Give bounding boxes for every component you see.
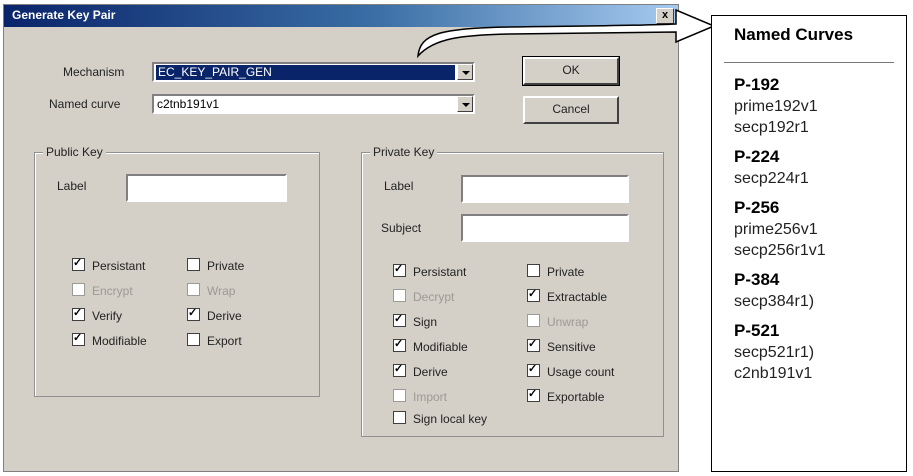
private-import-checkbox[interactable]: Import [393, 389, 447, 404]
private-exportable-checkbox[interactable]: Exportable [527, 387, 604, 404]
curve-alias: prime256v1 [734, 221, 818, 238]
mechanism-label: Mechanism [63, 65, 125, 79]
private-private-checkbox[interactable]: Private [527, 264, 584, 279]
curve-alias: secp384r1) [734, 293, 815, 310]
public-key-group: Public Key Label Persistant Encrypt Veri… [34, 145, 320, 397]
curve-group: P-256 prime256v1 secp256r1v1 [734, 197, 826, 261]
checkbox-box[interactable] [393, 411, 406, 424]
curve-group: P-192 prime192v1 secp192r1 [734, 74, 826, 138]
curve-alias: secp224r1 [734, 170, 809, 187]
checkbox-box[interactable] [393, 312, 406, 327]
private-key-title: Private Key [370, 145, 438, 159]
subject-label: Subject [381, 221, 422, 235]
curve-alias: c2nb191v1 [734, 365, 813, 382]
checkbox-box[interactable] [187, 258, 200, 271]
private-usage-count-checkbox[interactable]: Usage count [527, 362, 614, 379]
private-key-group: Private Key Label Subject Persistant Dec… [361, 145, 664, 437]
checkbox-box[interactable] [393, 289, 406, 302]
curve-alias: secp192r1 [734, 119, 809, 136]
mechanism-value: EC_KEY_PAIR_GEN [156, 65, 455, 80]
checkbox-box[interactable] [393, 389, 406, 402]
arrow-shape [417, 8, 716, 59]
private-sensitive-checkbox[interactable]: Sensitive [527, 337, 596, 354]
private-decrypt-checkbox[interactable]: Decrypt [393, 289, 454, 304]
checkbox-box[interactable] [72, 306, 85, 321]
checkbox-box[interactable] [187, 306, 200, 321]
public-verify-checkbox[interactable]: Verify [72, 306, 122, 323]
private-label-input[interactable] [461, 175, 629, 203]
public-export-checkbox[interactable]: Export [187, 333, 242, 348]
curve-name: P-192 [734, 75, 780, 94]
checkbox-box[interactable] [527, 362, 540, 377]
private-unwrap-checkbox[interactable]: Unwrap [527, 314, 588, 329]
checkbox-box[interactable] [527, 387, 540, 402]
subject-input[interactable] [461, 214, 629, 242]
checkbox-box[interactable] [187, 333, 200, 346]
checkbox-box[interactable] [527, 314, 540, 327]
curve-name: P-224 [734, 147, 780, 166]
curve-name: P-256 [734, 198, 780, 217]
ok-button[interactable]: OK [522, 56, 620, 86]
curve-group: P-224 secp224r1 [734, 146, 826, 189]
curve-alias: secp256r1v1 [734, 242, 826, 259]
public-wrap-checkbox[interactable]: Wrap [187, 283, 235, 298]
generate-key-pair-dialog: Generate Key Pair x Mechanism EC_KEY_PAI… [3, 4, 679, 472]
public-encrypt-checkbox[interactable]: Encrypt [72, 283, 133, 298]
checkbox-box[interactable] [527, 264, 540, 277]
private-derive-checkbox[interactable]: Derive [393, 362, 448, 379]
named-curve-value: c2tnb191v1 [157, 97, 220, 111]
chevron-down-icon[interactable] [457, 96, 473, 112]
checkbox-box[interactable] [527, 287, 540, 302]
checkbox-box[interactable] [393, 362, 406, 377]
public-persistant-checkbox[interactable]: Persistant [72, 256, 145, 273]
public-label-input[interactable] [126, 174, 287, 202]
checkbox-box[interactable] [72, 256, 85, 271]
mechanism-select[interactable]: EC_KEY_PAIR_GEN [152, 62, 475, 82]
public-derive-checkbox[interactable]: Derive [187, 306, 242, 323]
curve-name: P-384 [734, 270, 780, 289]
private-label-label: Label [384, 179, 414, 193]
named-curve-label: Named curve [49, 97, 121, 111]
curve-group: P-521 secp521r1) c2nb191v1 [734, 320, 826, 384]
chevron-down-icon[interactable] [457, 64, 473, 80]
checkbox-box[interactable] [393, 337, 406, 352]
public-modifiable-checkbox[interactable]: Modifiable [72, 331, 147, 348]
checkbox-box[interactable] [72, 331, 85, 346]
curve-alias: prime192v1 [734, 98, 818, 115]
checkbox-box[interactable] [527, 337, 540, 352]
sign-local-key-checkbox[interactable]: Sign local key [393, 411, 487, 426]
named-curves-title: Named Curves [734, 25, 854, 44]
private-persistant-checkbox[interactable]: Persistant [393, 262, 466, 279]
cancel-button[interactable]: Cancel [523, 96, 619, 124]
private-modifiable-checkbox[interactable]: Modifiable [393, 337, 468, 354]
checkbox-box[interactable] [72, 283, 85, 296]
checkbox-box[interactable] [393, 262, 406, 277]
private-extractable-checkbox[interactable]: Extractable [527, 287, 607, 304]
callout-arrow [417, 8, 716, 59]
named-curves-panel: Named Curves P-192 prime192v1 secp192r1 … [711, 15, 907, 472]
dialog-title: Generate Key Pair [12, 8, 116, 22]
named-curve-select[interactable]: c2tnb191v1 [152, 94, 475, 114]
curve-alias: secp521r1) [734, 344, 815, 361]
public-label-label: Label [57, 179, 87, 193]
curve-list: P-192 prime192v1 secp192r1 P-224 secp224… [734, 74, 826, 392]
checkbox-box[interactable] [187, 283, 200, 296]
public-private-checkbox[interactable]: Private [187, 258, 244, 273]
curve-name: P-521 [734, 321, 780, 340]
public-key-title: Public Key [43, 145, 106, 159]
private-sign-checkbox[interactable]: Sign [393, 312, 437, 329]
curve-group: P-384 secp384r1) [734, 269, 826, 312]
divider [724, 62, 894, 63]
